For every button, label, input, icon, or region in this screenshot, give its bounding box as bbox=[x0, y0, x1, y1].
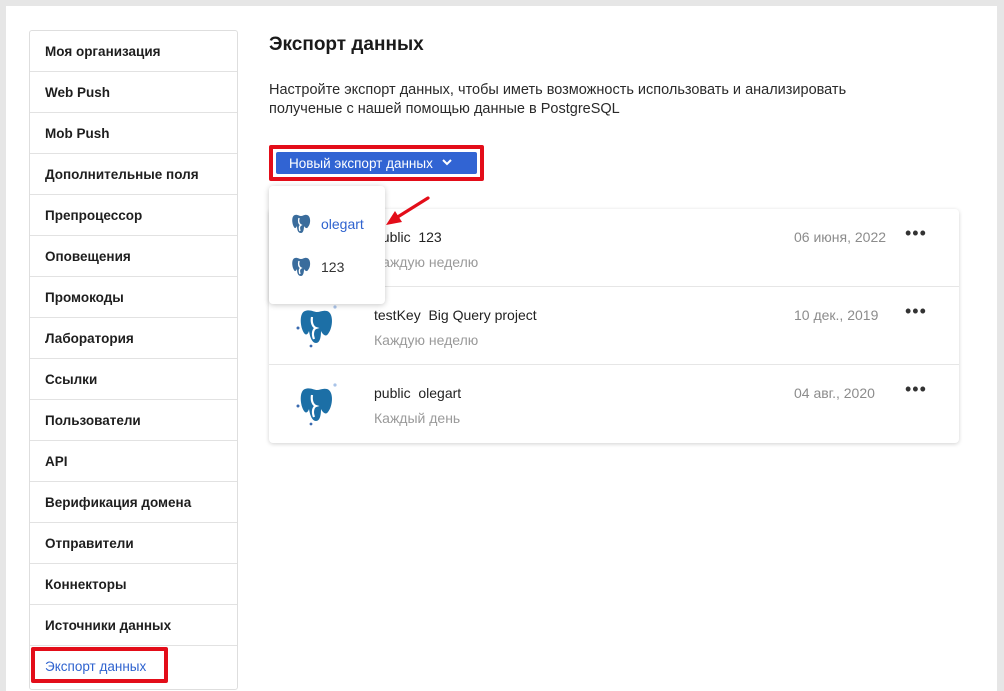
export-frequency: Каждый день bbox=[374, 410, 461, 426]
sidebar-item-connectors[interactable]: Коннекторы bbox=[30, 564, 237, 605]
sidebar-item-additional-fields[interactable]: Дополнительные поля bbox=[30, 154, 237, 195]
sidebar-item-preprocessor[interactable]: Препроцессор bbox=[30, 195, 237, 236]
sidebar-item-notifications[interactable]: Оповещения bbox=[30, 236, 237, 277]
dropdown-item-label: 123 bbox=[321, 259, 345, 275]
sidebar-item-links[interactable]: Ссылки bbox=[30, 359, 237, 400]
chevron-down-icon bbox=[442, 158, 452, 169]
new-export-dropdown: olegart 123 bbox=[269, 186, 385, 304]
export-date: 06 июня, 2022 bbox=[794, 229, 887, 245]
export-date: 04 авг., 2020 bbox=[794, 385, 875, 401]
sidebar-item-laboratory[interactable]: Лаборатория bbox=[30, 318, 237, 359]
export-row[interactable]: public olegart Каждый день 04 авг., 2020… bbox=[269, 365, 959, 443]
page-title: Экспорт данных bbox=[269, 34, 424, 55]
postgresql-elephant-icon bbox=[292, 257, 311, 276]
export-name: testKey Big Query project bbox=[374, 307, 537, 323]
sidebar-item-mob-push[interactable]: Mob Push bbox=[30, 113, 237, 154]
page-description: Настройте экспорт данных, чтобы иметь во… bbox=[269, 82, 847, 117]
more-horizontal-icon[interactable]: ••• bbox=[905, 379, 927, 400]
sidebar-item-data-export[interactable]: Экспорт данных bbox=[30, 646, 237, 687]
export-frequency: Каждую неделю bbox=[374, 254, 479, 270]
sidebar-item-senders[interactable]: Отправители bbox=[30, 523, 237, 564]
dropdown-item-123[interactable]: 123 bbox=[269, 249, 385, 285]
sidebar-item-promocodes[interactable]: Промокоды bbox=[30, 277, 237, 318]
settings-sidebar: Моя организация Web Push Mob Push Дополн… bbox=[29, 30, 238, 690]
new-export-button[interactable]: Новый экспорт данных bbox=[276, 152, 477, 174]
new-export-button-highlight: Новый экспорт данных bbox=[269, 145, 484, 181]
dropdown-item-olegart[interactable]: olegart bbox=[269, 206, 385, 242]
postgresql-elephant-icon bbox=[292, 214, 311, 233]
export-name: public olegart bbox=[374, 385, 462, 401]
sidebar-item-my-organization[interactable]: Моя организация bbox=[30, 31, 237, 72]
more-horizontal-icon[interactable]: ••• bbox=[905, 301, 927, 322]
sidebar-item-web-push[interactable]: Web Push bbox=[30, 72, 237, 113]
export-date: 10 дек., 2019 bbox=[794, 307, 879, 323]
dropdown-item-label: olegart bbox=[321, 216, 364, 232]
export-frequency: Каждую неделю bbox=[374, 332, 479, 348]
more-horizontal-icon[interactable]: ••• bbox=[905, 223, 927, 244]
sidebar-item-api[interactable]: API bbox=[30, 441, 237, 482]
sidebar-item-domain-verification[interactable]: Верификация домена bbox=[30, 482, 237, 523]
postgresql-elephant-icon bbox=[296, 305, 337, 348]
new-export-button-label: Новый экспорт данных bbox=[289, 155, 433, 171]
postgresql-elephant-icon bbox=[296, 383, 337, 426]
sidebar-item-data-sources[interactable]: Источники данных bbox=[30, 605, 237, 646]
sidebar-item-users[interactable]: Пользователи bbox=[30, 400, 237, 441]
red-arrow-annotation bbox=[386, 196, 430, 225]
